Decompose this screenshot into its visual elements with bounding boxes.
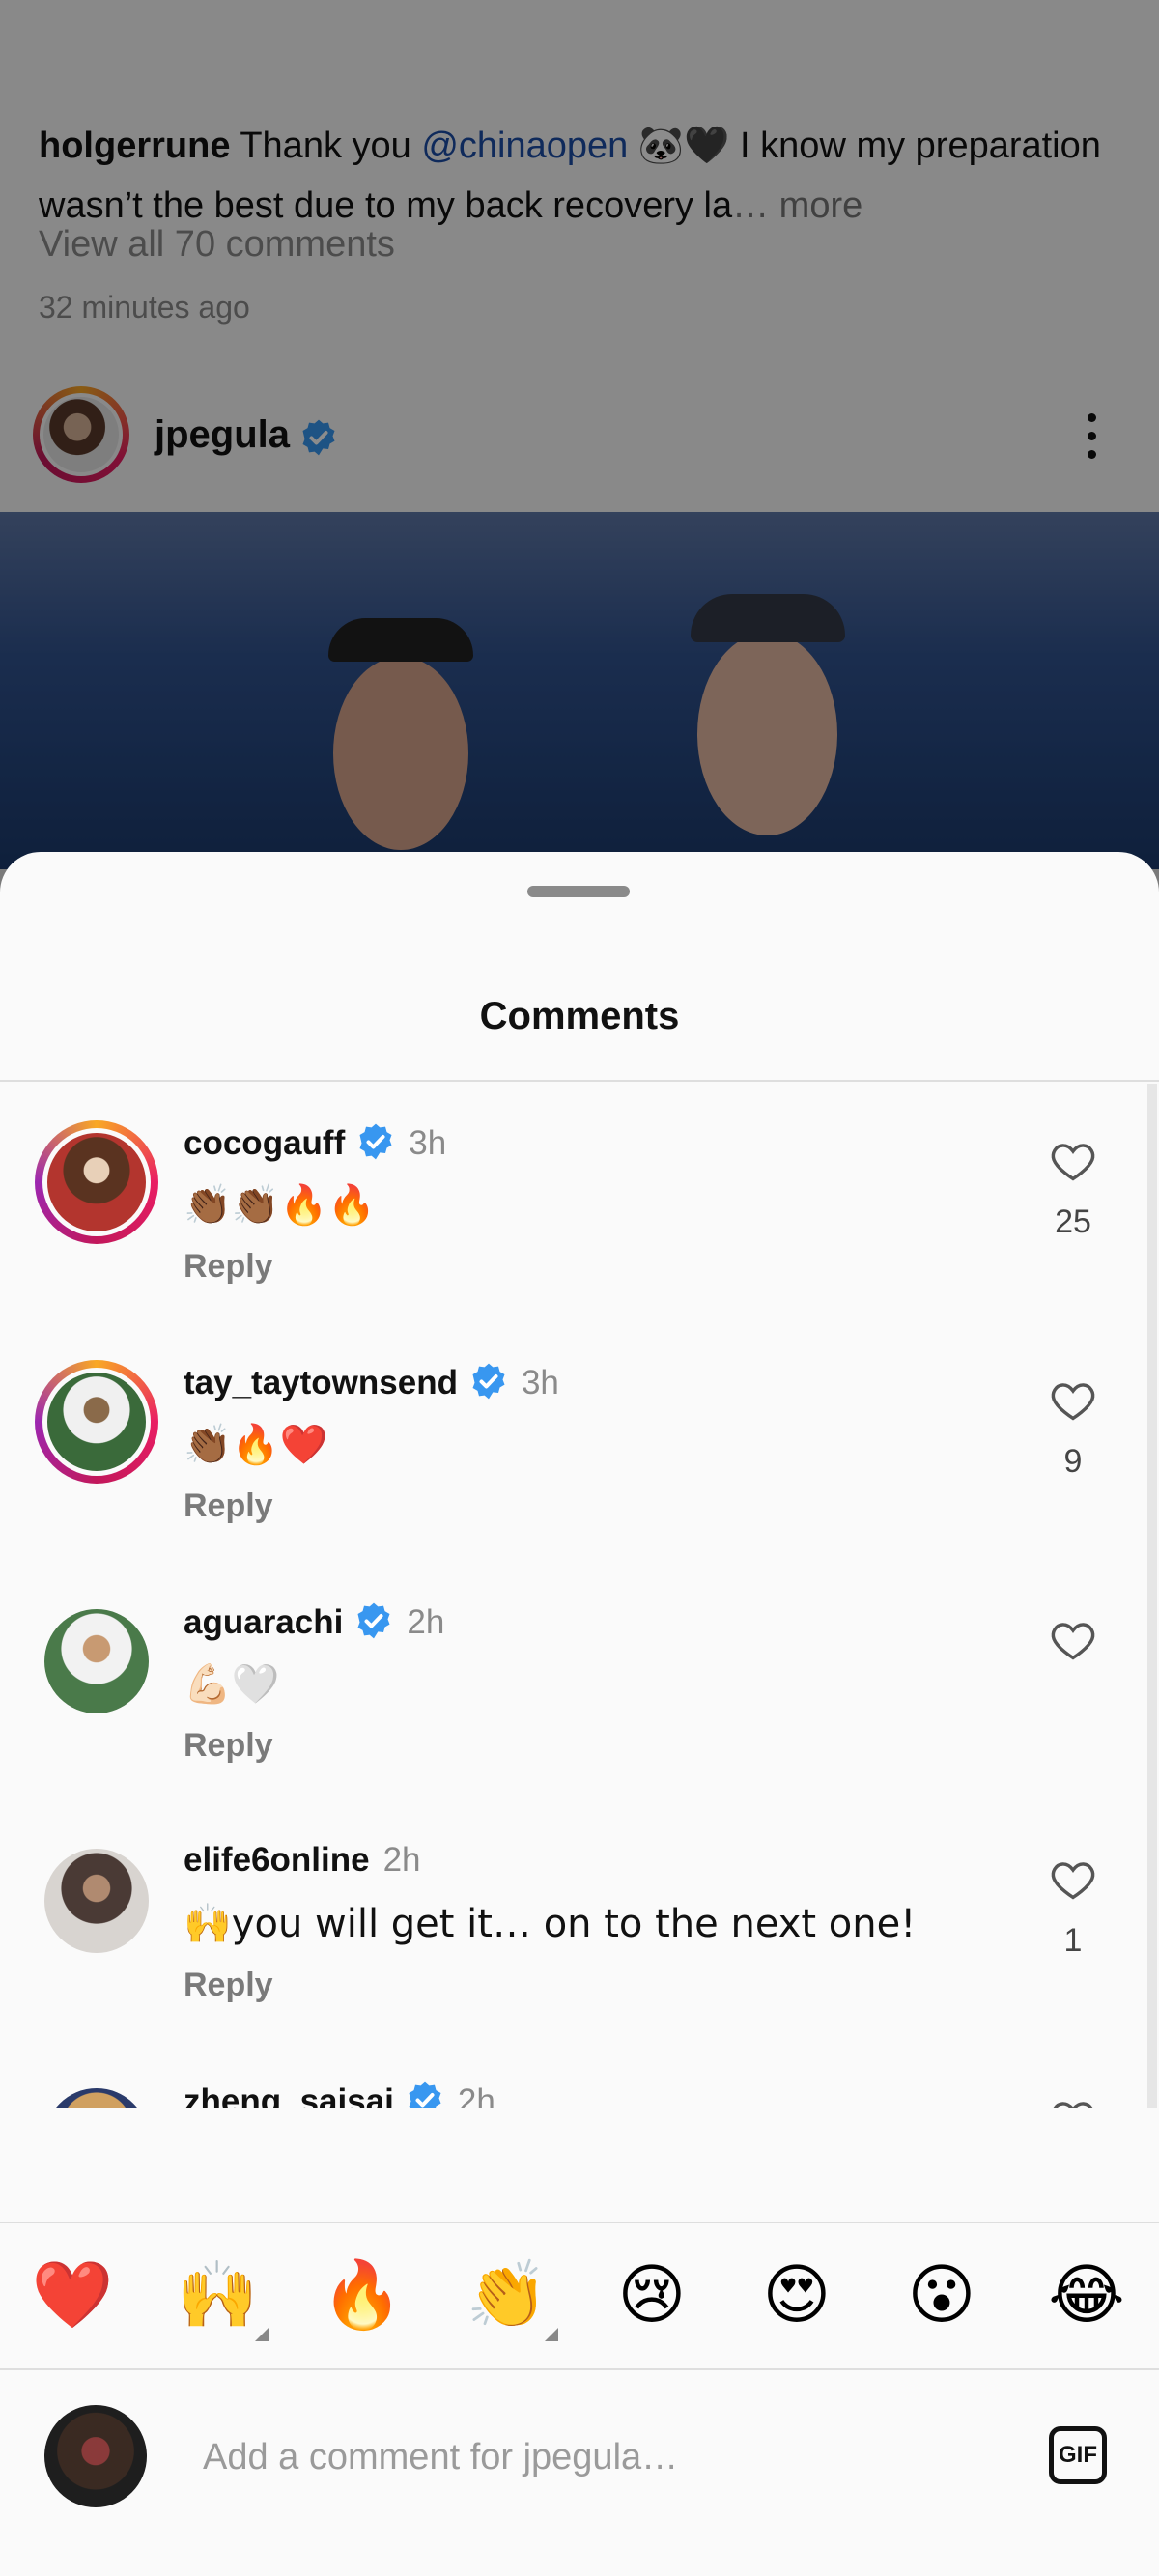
comment-time: 3h: [521, 1364, 559, 1401]
comment-time: 2h: [382, 1841, 421, 1879]
commenter-username[interactable]: aguarachi: [184, 1603, 343, 1641]
like-count: 9: [1063, 1443, 1083, 1480]
like-count: 25: [1055, 1203, 1091, 1240]
comment-text: 👏🏾🔥❤️: [184, 1423, 328, 1467]
reply-button[interactable]: Reply: [184, 1967, 273, 2004]
reaction-emoji: 👏: [466, 2257, 549, 2334]
reaction-emoji: 😢: [617, 2257, 687, 2334]
heart-outline-icon[interactable]: [1048, 1854, 1098, 1905]
comment-row[interactable]: cocogauff 3h 👏🏾👏🏾🔥🔥 Reply 25: [0, 1082, 1159, 1321]
quick-reaction-button[interactable]: ❤️: [29, 2252, 116, 2339]
comments-scrollbar[interactable]: [1147, 1084, 1157, 2108]
comment-row[interactable]: elife6online 2h 🙌you will get it… on to th…: [0, 1800, 1159, 2040]
quick-reaction-button[interactable]: 🙌: [174, 2252, 269, 2341]
reaction-emoji: 😂: [1048, 2257, 1125, 2334]
comment-header: tay_taytownsend 3h: [184, 1362, 559, 1402]
comment-time: 2h: [407, 1603, 445, 1641]
comment-header: elife6online 2h: [184, 1841, 421, 1880]
heart-outline-icon[interactable]: [1048, 1615, 1098, 1665]
heart-outline-icon[interactable]: [1048, 2094, 1098, 2108]
comments-sheet: Comments cocogauff 3h 👏🏾👏🏾🔥🔥 Reply 25 tay_tay…: [0, 852, 1159, 2576]
verified-badge-icon: [357, 1602, 390, 1639]
variant-indicator-icon: [255, 2328, 269, 2341]
comments-list[interactable]: cocogauff 3h 👏🏾👏🏾🔥🔥 Reply 25 tay_taytownsend 3…: [0, 1082, 1159, 2108]
comment-row[interactable]: tay_taytownsend 3h 👏🏾🔥❤️ Reply 9: [0, 1321, 1159, 1561]
reaction-emoji: 🙌: [176, 2257, 259, 2334]
quick-reaction-button[interactable]: 😢: [608, 2252, 695, 2339]
comment-header: aguarachi 2h: [184, 1601, 444, 1642]
sheet-title: Comments: [479, 995, 680, 1037]
heart-outline-icon[interactable]: [1048, 1375, 1098, 1426]
reply-button[interactable]: Reply: [184, 1487, 273, 1525]
comment-header: cocogauff 3h: [184, 1122, 446, 1163]
commenter-avatar[interactable]: [35, 1360, 158, 1484]
reply-button[interactable]: Reply: [184, 1727, 273, 1765]
modal-dim-overlay[interactable]: [0, 0, 1159, 869]
verified-badge-icon: [359, 1123, 392, 1160]
comment-composer: GIF: [0, 2368, 1159, 2576]
reaction-emoji: 😍: [762, 2257, 832, 2334]
comment-header: zheng_saisai 2h: [184, 2081, 495, 2108]
commenter-avatar[interactable]: [35, 1120, 158, 1244]
commenter-avatar[interactable]: [35, 1599, 158, 1723]
quick-reaction-button[interactable]: 🔥: [319, 2252, 406, 2339]
current-user-avatar: [44, 2405, 147, 2507]
like-count: 1: [1063, 1922, 1083, 1959]
comment-time: 3h: [409, 1124, 447, 1162]
background-feed: holgerrune Thank you @chinaopen 🐼🖤 I kno…: [0, 0, 1159, 869]
comment-row[interactable]: aguarachi 2h 💪🏻🤍 Reply: [0, 1561, 1159, 1800]
commenter-avatar[interactable]: [35, 1839, 158, 1963]
reply-button[interactable]: Reply: [184, 1248, 273, 1286]
quick-reaction-button[interactable]: 😂: [1043, 2252, 1130, 2339]
sheet-drag-handle[interactable]: [527, 886, 630, 897]
commenter-username[interactable]: tay_taytownsend: [184, 1364, 458, 1401]
commenter-username[interactable]: cocogauff: [184, 1124, 345, 1162]
verified-badge-icon: [409, 2081, 441, 2108]
gif-button[interactable]: GIF: [1049, 2426, 1107, 2484]
quick-reaction-button[interactable]: 😮: [898, 2252, 985, 2339]
commenter-avatar[interactable]: [35, 2079, 158, 2108]
comment-text: 🙌you will get it… on to the next one!: [184, 1902, 917, 1946]
quick-reactions-bar: ❤️ 🙌 🔥 👏 😢 😍 😮 😂: [0, 2222, 1159, 2370]
verified-badge-icon: [472, 1363, 505, 1400]
variant-indicator-icon: [545, 2328, 558, 2341]
comment-time: 2h: [457, 2082, 495, 2108]
quick-reaction-button[interactable]: 👏: [464, 2252, 558, 2341]
commenter-username[interactable]: elife6online: [184, 1841, 370, 1879]
comment-text: 💪🏻🤍: [184, 1662, 280, 1707]
quick-reaction-button[interactable]: 😍: [753, 2252, 840, 2339]
comment-text: 👏🏾👏🏾🔥🔥: [184, 1183, 377, 1228]
comment-row[interactable]: zheng_saisai2h🔥🔥🔥Reply: [0, 2040, 1159, 2108]
commenter-username[interactable]: zheng_saisai: [184, 2082, 394, 2108]
reaction-emoji: 😮: [907, 2257, 976, 2334]
comment-input[interactable]: [203, 2428, 975, 2486]
heart-outline-icon[interactable]: [1048, 1136, 1098, 1186]
reaction-emoji: 🔥: [321, 2257, 404, 2334]
reaction-emoji: ❤️: [31, 2257, 114, 2334]
